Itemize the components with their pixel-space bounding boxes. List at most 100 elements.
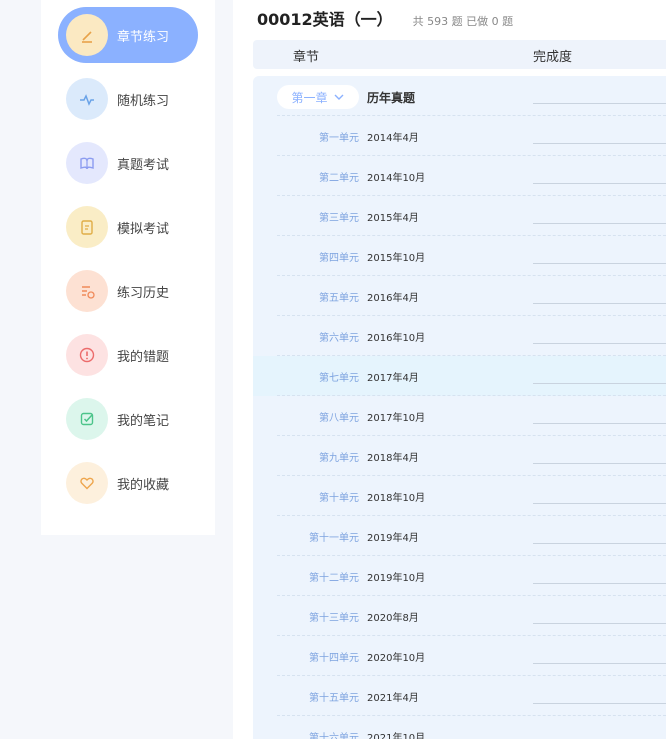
unit-date: 2017年4月 [367,373,419,384]
sidebar-item-label: 我的错题 [117,349,170,365]
chapter-row: 第一章 历年真题 [253,76,666,116]
question-stats: 共 593 题 已做 0 题 [412,15,514,28]
sidebar: 章节练习随机练习真题考试模拟考试练习历史我的错题我的笔记我的收藏 [41,0,215,535]
table-header: 章节 完成度 [253,40,666,69]
unit-date: 2018年10月 [367,493,426,504]
sidebar-item-label: 我的收藏 [117,477,170,493]
table-row[interactable]: 第二单元 2014年10月 [253,156,666,196]
title-row: 00012英语（一） 共 593 题 已做 0 题 [257,6,513,30]
table-row[interactable]: 第十六单元 2021年10月 [253,716,666,739]
sidebar-item-5[interactable]: 我的错题 [58,327,198,383]
heart-icon [66,462,108,504]
unit-label: 第五单元 [319,293,359,304]
main-panel: 00012英语（一） 共 593 题 已做 0 题 章节 完成度 第一章 历年真… [233,0,666,739]
unit-date: 2020年8月 [367,613,419,624]
sidebar-item-label: 章节练习 [117,29,170,45]
history-icon [66,270,108,312]
sidebar-item-7[interactable]: 我的收藏 [58,455,198,511]
note-check-icon [66,398,108,440]
unit-label: 第十二单元 [309,573,359,584]
table-row[interactable]: 第七单元 2017年4月 [253,356,666,396]
unit-label: 第十四单元 [309,653,359,664]
table-row[interactable]: 第一单元 2014年4月 [253,116,666,156]
sidebar-item-label: 随机练习 [117,93,170,109]
table-row[interactable]: 第十二单元 2019年10月 [253,556,666,596]
table-row[interactable]: 第九单元 2018年4月 [253,436,666,476]
chapter-progress-bar [533,103,666,104]
unit-label: 第四单元 [319,253,359,264]
unit-date: 2016年4月 [367,293,419,304]
column-header-progress: 完成度 [533,50,573,65]
table-row[interactable]: 第八单元 2017年10月 [253,396,666,436]
unit-date: 2020年10月 [367,653,426,664]
page-title: 00012英语（一） [257,10,393,29]
unit-progress-bar [533,303,666,304]
table-row[interactable]: 第三单元 2015年4月 [253,196,666,236]
unit-date: 2014年4月 [367,133,419,144]
unit-progress-bar [533,503,666,504]
chapter-dropdown-label: 第一章 [291,90,328,105]
sidebar-item-0[interactable]: 章节练习 [58,7,198,63]
chevron-down-icon [334,94,343,100]
unit-progress-bar [533,623,666,624]
unit-progress-bar [533,543,666,544]
unit-label: 第十一单元 [309,533,359,544]
unit-progress-bar [533,583,666,584]
unit-progress-bar [533,423,666,424]
sidebar-item-1[interactable]: 随机练习 [58,71,198,127]
unit-progress-bar [533,703,666,704]
unit-label: 第二单元 [319,173,359,184]
unit-label: 第七单元 [319,373,359,384]
unit-date: 2021年10月 [367,733,426,739]
unit-label: 第三单元 [319,213,359,224]
sidebar-item-label: 模拟考试 [117,221,170,237]
unit-label: 第十三单元 [309,613,359,624]
unit-progress-bar [533,383,666,384]
unit-date: 2015年4月 [367,213,419,224]
table-row[interactable]: 第五单元 2016年4月 [253,276,666,316]
unit-label: 第十六单元 [309,733,359,739]
unit-progress-bar [533,343,666,344]
unit-date: 2016年10月 [367,333,426,344]
unit-label: 第六单元 [319,333,359,344]
unit-label: 第八单元 [319,413,359,424]
sidebar-item-2[interactable]: 真题考试 [58,135,198,191]
unit-date: 2021年4月 [367,693,419,704]
sidebar-item-3[interactable]: 模拟考试 [58,199,198,255]
sidebar-item-label: 真题考试 [117,157,170,173]
table-row[interactable]: 第六单元 2016年10月 [253,316,666,356]
sidebar-item-4[interactable]: 练习历史 [58,263,198,319]
unit-date: 2015年10月 [367,253,426,264]
unit-label: 第十五单元 [309,693,359,704]
alert-icon [66,334,108,376]
sidebar-item-label: 我的笔记 [117,413,170,429]
unit-date: 2017年10月 [367,413,426,424]
unit-date: 2019年4月 [367,533,419,544]
unit-progress-bar [533,183,666,184]
sidebar-item-label: 练习历史 [117,285,170,301]
unit-progress-bar [533,463,666,464]
table-row[interactable]: 第十五单元 2021年4月 [253,676,666,716]
unit-progress-bar [533,663,666,664]
table-row[interactable]: 第十三单元 2020年8月 [253,596,666,636]
unit-label: 第十单元 [319,493,359,504]
pencil-icon [66,14,108,56]
unit-date: 2018年4月 [367,453,419,464]
unit-date: 2014年10月 [367,173,426,184]
unit-label: 第一单元 [319,133,359,144]
table-row[interactable]: 第十一单元 2019年4月 [253,516,666,556]
table-row[interactable]: 第十四单元 2020年10月 [253,636,666,676]
column-header-chapter: 章节 [293,50,320,65]
table-row[interactable]: 第四单元 2015年10月 [253,236,666,276]
document-edit-icon [66,206,108,248]
chapter-dropdown[interactable]: 第一章 [277,85,359,109]
table-row[interactable]: 第十单元 2018年10月 [253,476,666,516]
book-icon [66,142,108,184]
chapter-name: 历年真题 [367,91,416,105]
unit-label: 第九单元 [319,453,359,464]
unit-date: 2019年10月 [367,573,426,584]
unit-progress-bar [533,143,666,144]
unit-progress-bar [533,263,666,264]
chapter-table: 第一章 历年真题 第一单元 2014年4月第二单元 2014年10月第三单元 2015… [253,76,666,739]
sidebar-item-6[interactable]: 我的笔记 [58,391,198,447]
